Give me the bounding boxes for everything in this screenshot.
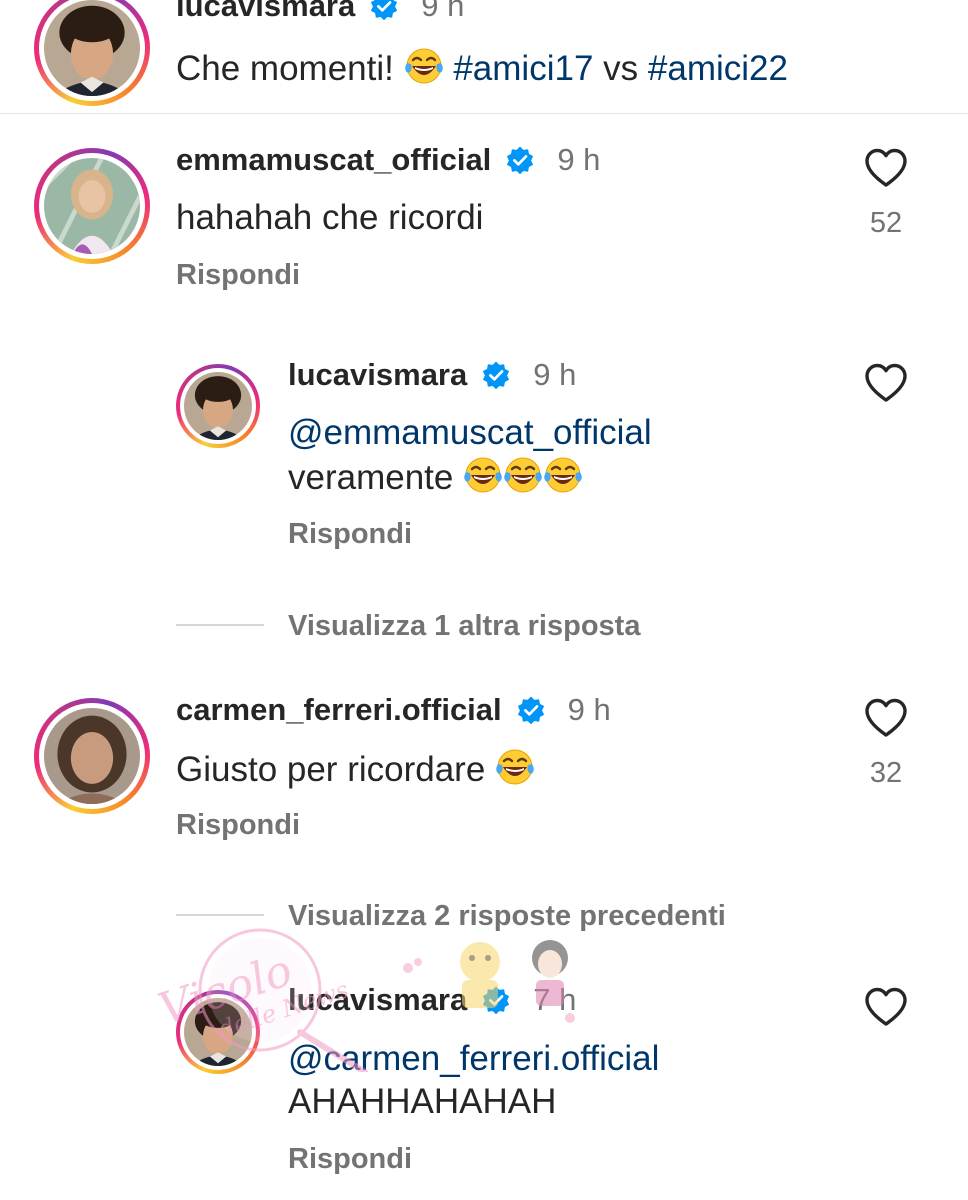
- vs-text: vs: [603, 49, 639, 88]
- comment-avatar[interactable]: [34, 148, 150, 264]
- comment-username[interactable]: carmen_ferreri.official: [176, 692, 502, 728]
- comment-time: 9 h: [557, 142, 601, 177]
- hashtag-link[interactable]: #amici22: [648, 49, 788, 88]
- face-with-tears-of-joy-icon: [503, 455, 543, 495]
- reply-header: lucavismara 9 h: [288, 353, 576, 397]
- avatar-image: [44, 158, 140, 254]
- heart-outline-icon[interactable]: [862, 144, 910, 192]
- reply-text: AHAHHAHAHAH: [288, 1082, 557, 1121]
- verified-badge-icon: [516, 695, 546, 725]
- heart-outline-icon[interactable]: [862, 983, 910, 1031]
- thread-line: [176, 914, 264, 916]
- reply-avatar[interactable]: [176, 364, 260, 448]
- post-author-row: lucavismara 9 h: [176, 0, 464, 28]
- face-with-tears-of-joy-icon: [495, 747, 535, 787]
- comment-text: hahahah che ricordi: [176, 198, 484, 237]
- face-with-tears-of-joy-icon: [463, 455, 503, 495]
- view-more-replies[interactable]: Visualizza 1 altra risposta: [288, 610, 640, 643]
- thread-line: [176, 624, 264, 626]
- heart-outline-icon[interactable]: [862, 694, 910, 742]
- caption-text: Che momenti!: [176, 49, 394, 88]
- reply-button[interactable]: Rispondi: [288, 518, 412, 551]
- avatar-image: [44, 708, 140, 804]
- reply-text-body: veramente: [288, 458, 454, 497]
- face-with-tears-of-joy-icon: [543, 455, 583, 495]
- post-author-username[interactable]: lucavismara: [176, 0, 355, 24]
- heart-outline-icon[interactable]: [862, 359, 910, 407]
- post-caption: Che momenti! #amici17 vs #amici22: [176, 46, 788, 90]
- comment-text: Giusto per ricordare: [176, 747, 535, 791]
- like-count[interactable]: 52: [856, 207, 916, 240]
- verified-badge-icon: [505, 145, 535, 175]
- verified-badge-icon: [369, 0, 399, 21]
- reply-time: 9 h: [533, 357, 577, 392]
- avatar-image: [184, 372, 252, 440]
- reply-text: veramente: [288, 455, 583, 499]
- verified-badge-icon: [481, 360, 511, 390]
- reply-button[interactable]: Rispondi: [176, 809, 300, 842]
- watermark-logo: Vicolo delle News: [153, 928, 575, 1072]
- post-author-avatar[interactable]: [34, 0, 150, 106]
- reply-mention: @emmamuscat_official: [288, 412, 652, 454]
- mention-link[interactable]: @emmamuscat_official: [288, 413, 652, 452]
- reply-button[interactable]: Rispondi: [288, 1143, 412, 1176]
- reply-username[interactable]: lucavismara: [288, 357, 467, 393]
- like-count[interactable]: 32: [856, 757, 916, 790]
- comment-avatar[interactable]: [34, 698, 150, 814]
- caption-divider: [0, 113, 968, 114]
- reply-button[interactable]: Rispondi: [176, 259, 300, 292]
- comment-time: 9 h: [567, 692, 611, 727]
- comment-header: emmamuscat_official 9 h: [176, 138, 600, 182]
- face-with-tears-of-joy-icon: [404, 46, 444, 86]
- comment-username[interactable]: emmamuscat_official: [176, 142, 491, 178]
- comment-text-body: Giusto per ricordare: [176, 750, 486, 789]
- post-time: 9 h: [421, 0, 465, 23]
- avatar-image: [44, 0, 140, 96]
- hashtag-link[interactable]: #amici17: [453, 49, 593, 88]
- comment-header: carmen_ferreri.official 9 h: [176, 688, 611, 732]
